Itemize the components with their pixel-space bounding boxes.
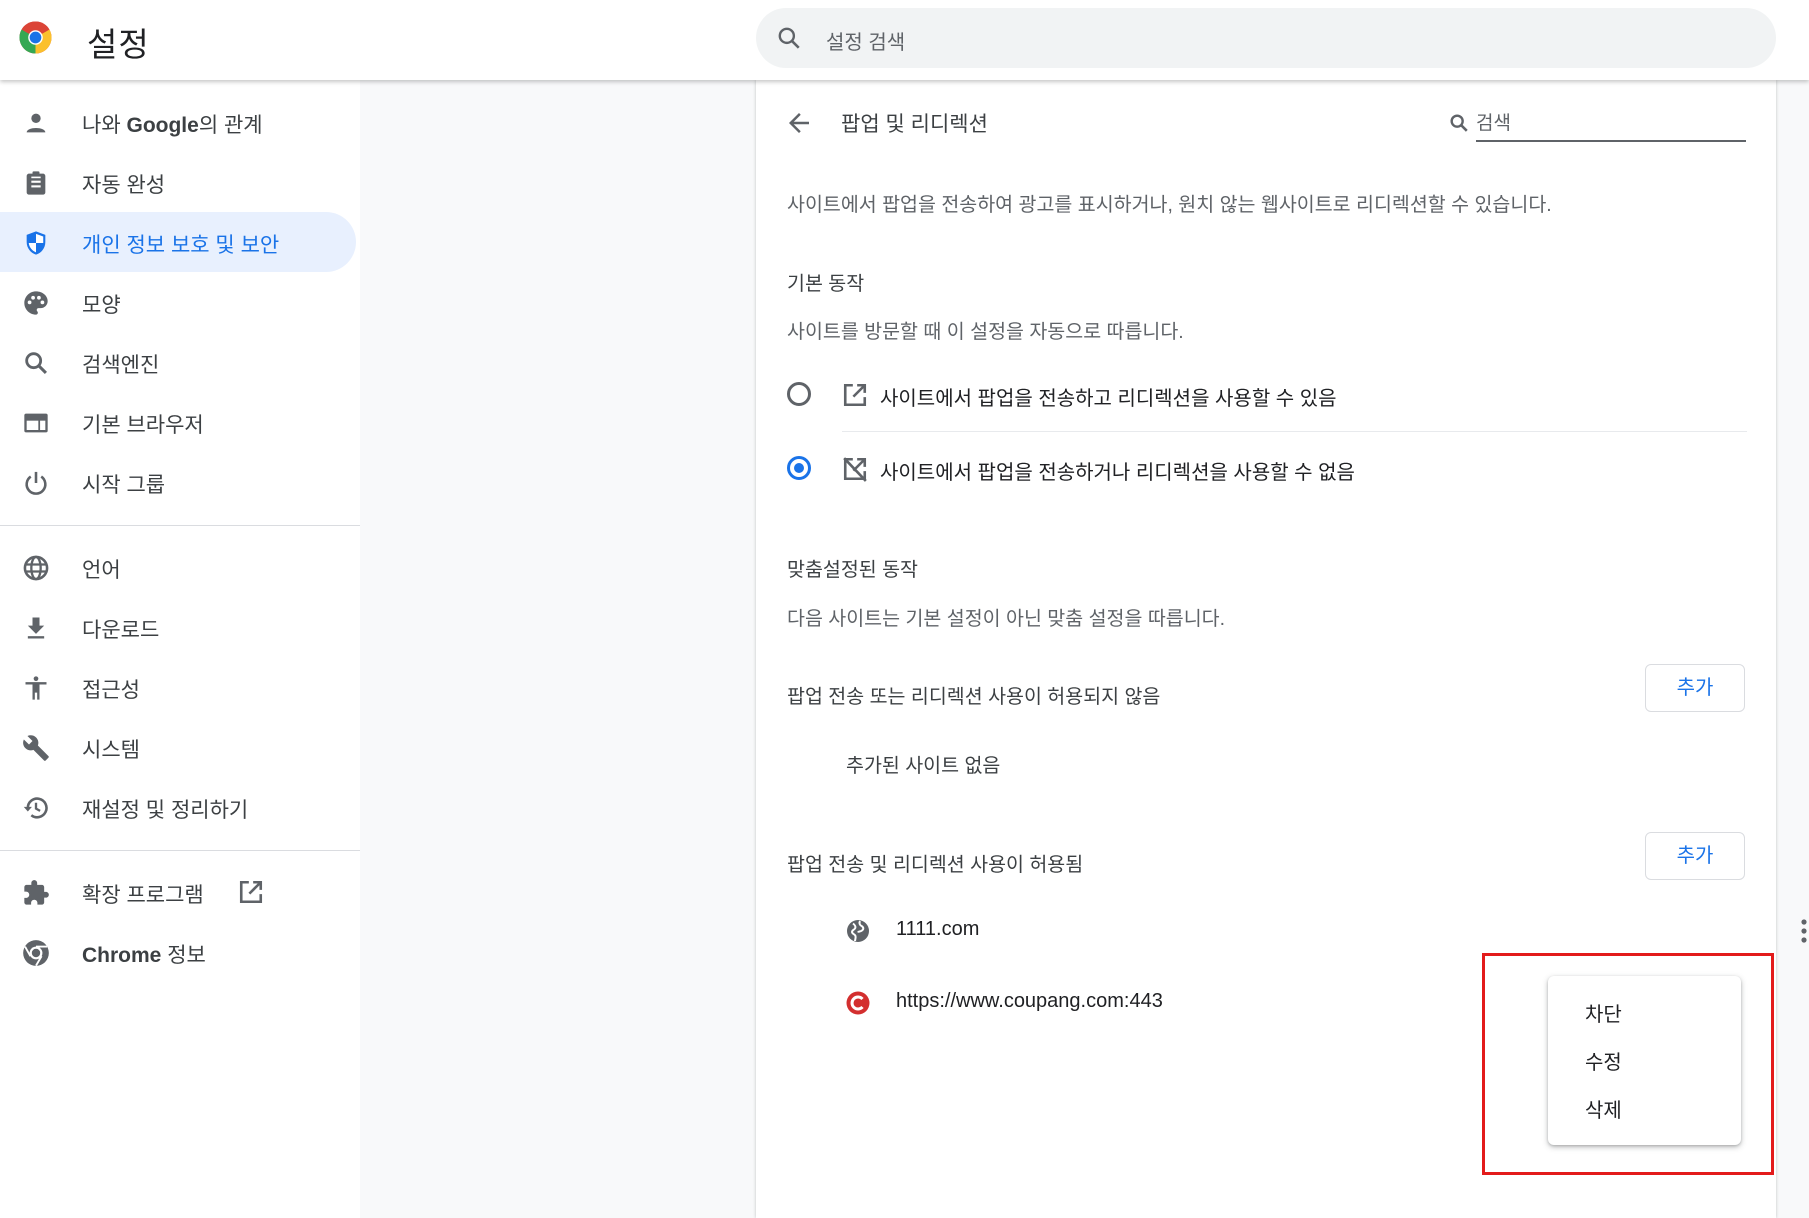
- radio-divider: [842, 431, 1747, 432]
- sidebar-item-default-browser[interactable]: 기본 브라우저: [0, 392, 356, 452]
- sidebar-item-search-engine[interactable]: 검색엔진: [0, 332, 356, 392]
- popup-blocked-icon: [843, 457, 867, 482]
- sidebar-item-autofill[interactable]: 자동 완성: [0, 152, 356, 212]
- sidebar-divider: [0, 850, 360, 851]
- default-behavior-heading: 기본 동작: [787, 273, 865, 295]
- history-reset-icon: [23, 797, 48, 819]
- globe-icon: [23, 555, 49, 581]
- sidebar-item-label: 다운로드: [82, 619, 160, 642]
- sidebar: 나와 Google의 관계 자동 완성 개인 정보 보호 및 보안 모양 검색엔…: [0, 80, 360, 1218]
- chrome-logo-icon: [19, 21, 52, 54]
- sidebar-item-label: 재설정 및 정리하기: [82, 799, 249, 822]
- menu-item-delete[interactable]: 삭제: [1548, 1084, 1741, 1128]
- sidebar-item-system[interactable]: 시스템: [0, 717, 356, 777]
- top-bar: 설정 설정 검색: [0, 0, 1809, 80]
- search-icon: [1450, 114, 1468, 132]
- sidebar-item-on-startup[interactable]: 시작 그룹: [0, 452, 356, 512]
- clipboard-icon: [26, 171, 46, 195]
- page-search-placeholder: 검색: [1476, 113, 1511, 134]
- sidebar-item-label: 모양: [82, 294, 121, 317]
- sidebar-item-label: 시스템: [82, 739, 140, 762]
- sidebar-item-appearance[interactable]: 모양: [0, 272, 356, 332]
- palette-icon: [24, 291, 48, 315]
- radio-option-allow[interactable]: 사이트에서 팝업을 전송하고 리디렉션을 사용할 수 있음: [787, 363, 1747, 425]
- open-in-new-icon: [843, 383, 867, 407]
- search-icon: [25, 352, 47, 374]
- sidebar-item-label: Chrome 정보: [82, 944, 206, 967]
- sidebar-item-label: 확장 프로그램: [82, 884, 204, 907]
- person-icon: [26, 113, 46, 133]
- sidebar-item-about-chrome[interactable]: Chrome 정보: [0, 922, 356, 982]
- sidebar-item-reset-cleanup[interactable]: 재설정 및 정리하기: [0, 777, 356, 837]
- radio-option-label: 사이트에서 팝업을 전송하거나 리디렉션을 사용할 수 없음: [880, 462, 1355, 484]
- settings-search-field[interactable]: 설정 검색: [756, 8, 1776, 68]
- globe-favicon-icon: [847, 920, 869, 942]
- app-title: 설정: [87, 26, 150, 63]
- sidebar-item-downloads[interactable]: 다운로드: [0, 597, 356, 657]
- sidebar-item-label: 기본 브라우저: [82, 414, 204, 437]
- menu-item-block[interactable]: 차단: [1548, 988, 1741, 1032]
- download-icon: [27, 617, 45, 639]
- browser-window-icon: [24, 413, 48, 433]
- coupang-favicon-icon: [846, 991, 870, 1015]
- allowed-list-label: 팝업 전송 및 리디렉션 사용이 허용됨: [787, 854, 1084, 876]
- chrome-icon: [23, 940, 49, 967]
- sidebar-item-label: 접근성: [82, 679, 140, 702]
- page-search-field[interactable]: 검색: [1450, 106, 1746, 142]
- default-behavior-subheading: 사이트를 방문할 때 이 설정을 자동으로 따릅니다.: [787, 321, 1184, 343]
- blocked-list-label: 팝업 전송 또는 리디렉션 사용이 허용되지 않음: [787, 686, 1161, 708]
- page-title: 팝업 및 리디렉션: [841, 113, 988, 136]
- open-in-new-icon: [239, 880, 263, 904]
- sidebar-divider: [0, 525, 360, 526]
- sidebar-item-extensions[interactable]: 확장 프로그램: [0, 862, 356, 922]
- site-actions-menu: 차단 수정 삭제: [1548, 976, 1741, 1145]
- more-actions-icon[interactable]: [1792, 916, 1809, 946]
- add-allowed-site-button[interactable]: 추가: [1645, 832, 1745, 880]
- sidebar-item-label: 자동 완성: [82, 174, 166, 197]
- radio-button-checked[interactable]: [787, 456, 811, 480]
- custom-behavior-heading: 맞춤설정된 동작: [787, 559, 918, 581]
- shield-icon: [26, 231, 46, 255]
- sidebar-item-label: 검색엔진: [82, 354, 160, 377]
- search-icon: [778, 27, 800, 49]
- power-icon: [25, 471, 47, 495]
- site-name: https://www.coupang.com:443: [896, 990, 1163, 1012]
- sidebar-item-label: 시작 그룹: [82, 474, 166, 497]
- accessibility-icon: [25, 676, 47, 700]
- site-name: 1111.com: [896, 918, 980, 940]
- sidebar-item-languages[interactable]: 언어: [0, 537, 356, 597]
- menu-item-edit[interactable]: 수정: [1548, 1036, 1741, 1080]
- sidebar-item-you-and-google[interactable]: 나와 Google의 관계: [0, 92, 356, 152]
- settings-search-placeholder: 설정 검색: [826, 32, 906, 54]
- sidebar-item-label: 나와 Google의 관계: [82, 114, 263, 137]
- radio-option-label: 사이트에서 팝업을 전송하고 리디렉션을 사용할 수 있음: [880, 388, 1337, 410]
- custom-behavior-subheading: 다음 사이트는 기본 설정이 아닌 맞춤 설정을 따릅니다.: [787, 608, 1226, 630]
- site-row[interactable]: 1111.com: [846, 906, 1807, 956]
- back-arrow-icon[interactable]: [784, 108, 814, 138]
- puzzle-icon: [24, 880, 49, 905]
- sidebar-item-accessibility[interactable]: 접근성: [0, 657, 356, 717]
- radio-option-block[interactable]: 사이트에서 팝업을 전송하거나 리디렉션을 사용할 수 없음: [787, 437, 1747, 499]
- wrench-icon: [23, 735, 49, 761]
- no-sites-added-text: 추가된 사이트 없음: [846, 755, 1001, 777]
- sidebar-item-label: 언어: [82, 559, 121, 582]
- radio-button-unchecked[interactable]: [787, 382, 811, 406]
- sidebar-item-privacy-security[interactable]: 개인 정보 보호 및 보안: [0, 212, 356, 272]
- sidebar-item-label: 개인 정보 보호 및 보안: [82, 234, 280, 257]
- add-blocked-site-button[interactable]: 추가: [1645, 664, 1745, 712]
- page-description: 사이트에서 팝업을 전송하여 광고를 표시하거나, 원치 않는 웹사이트로 리디…: [787, 194, 1552, 216]
